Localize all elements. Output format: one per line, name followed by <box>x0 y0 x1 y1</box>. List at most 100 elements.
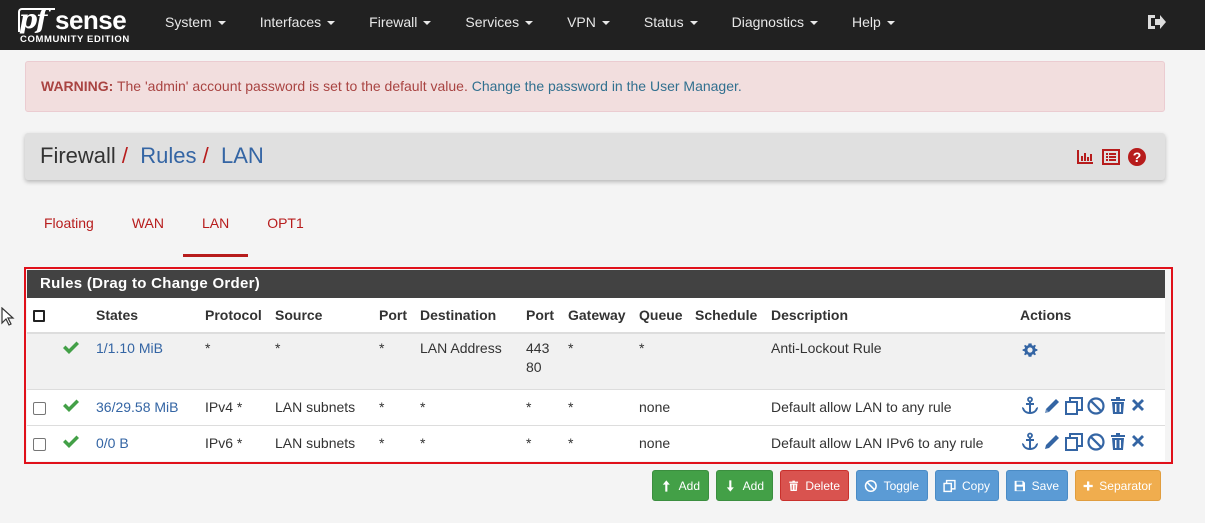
states-link[interactable]: 0/0 B <box>96 435 129 451</box>
caret-down-icon <box>525 21 534 26</box>
table-header: States Protocol Source Port Destination … <box>27 298 1165 334</box>
mouse-cursor-icon <box>1 307 15 326</box>
breadcrumb-actions: ? <box>1075 147 1147 167</box>
rule-schedule <box>689 333 765 390</box>
copy-icon <box>943 479 956 492</box>
row-checkbox[interactable] <box>33 401 46 415</box>
trash-icon[interactable] <box>1108 396 1128 416</box>
save-icon <box>1014 480 1025 491</box>
rule-queue: * <box>633 333 689 390</box>
copy-icon[interactable] <box>1064 432 1084 452</box>
col-destination: Destination <box>414 298 520 334</box>
anchor-icon[interactable] <box>1020 396 1040 416</box>
trash-icon[interactable] <box>1108 432 1128 452</box>
main-menu: System Interfaces Firewall Services VPN … <box>148 0 912 50</box>
copy-button[interactable]: Copy <box>935 470 999 501</box>
tab-floating[interactable]: Floating <box>25 205 113 249</box>
tab-lan[interactable]: LAN <box>182 205 249 257</box>
rules-table: States Protocol Source Port Destination … <box>27 298 1165 461</box>
states-link[interactable]: 36/29.58 MiB <box>96 399 179 415</box>
rule-protocol: IPv4 * <box>199 389 269 426</box>
rule-states: 0/0 B <box>90 425 199 461</box>
gear-icon[interactable] <box>1020 340 1040 360</box>
menu-diagnostics[interactable]: Diagnostics <box>715 0 835 50</box>
menu-vpn[interactable]: VPN <box>550 0 627 50</box>
plus-icon <box>1083 480 1093 491</box>
pencil-icon[interactable] <box>1042 432 1062 452</box>
col-protocol: Protocol <box>199 298 269 334</box>
table-row[interactable]: 1/1.10 MiB * * * LAN Address 443 80 * * A… <box>27 333 1165 390</box>
rule-source-port: * <box>373 425 414 461</box>
breadcrumb-rules[interactable]: Rules <box>140 143 196 168</box>
row-select-cell <box>27 389 55 426</box>
page-title: Firewall / Rules / LAN <box>40 143 264 169</box>
delete-x-icon[interactable] <box>1130 396 1146 416</box>
menu-firewall[interactable]: Firewall <box>352 0 448 50</box>
table-row[interactable]: 36/29.58 MiB IPv4 * LAN subnets * * * * … <box>27 389 1165 426</box>
tab-opt1[interactable]: OPT1 <box>248 205 323 249</box>
pencil-icon[interactable] <box>1042 396 1062 416</box>
logo-pf: pf <box>19 5 47 35</box>
rule-source-port: * <box>373 389 414 426</box>
help-icon[interactable]: ? <box>1127 147 1147 167</box>
copy-icon[interactable] <box>1064 396 1084 416</box>
table-row[interactable]: 0/0 B IPv6 * LAN subnets * * * * none De… <box>27 425 1165 461</box>
button-label: Add <box>678 478 700 493</box>
button-label: Save <box>1031 478 1059 493</box>
breadcrumb-lan[interactable]: LAN <box>221 143 264 168</box>
rule-gateway: * <box>562 425 633 461</box>
toggle-button[interactable]: Toggle <box>856 470 928 501</box>
caret-down-icon <box>886 21 895 26</box>
caret-down-icon <box>601 21 610 26</box>
ban-icon <box>864 479 877 492</box>
tab-wan[interactable]: WAN <box>113 205 183 249</box>
row-checkbox[interactable] <box>33 438 46 452</box>
breadcrumb-firewall: Firewall <box>40 143 116 168</box>
rule-actions <box>1014 333 1165 390</box>
disable-icon[interactable] <box>1086 432 1106 452</box>
rule-enabled-cell <box>55 389 90 426</box>
rule-action-icons <box>1020 432 1146 452</box>
save-button[interactable]: Save <box>1006 470 1068 501</box>
trash-icon <box>789 480 799 491</box>
col-destination-port: Port <box>520 298 562 334</box>
col-schedule: Schedule <box>689 298 765 334</box>
menu-help[interactable]: Help <box>835 0 912 50</box>
menu-system[interactable]: System <box>148 0 243 50</box>
menu-label: Interfaces <box>259 14 322 30</box>
states-link[interactable]: 1/1.10 MiB <box>96 340 163 356</box>
disable-icon[interactable] <box>1086 396 1106 416</box>
sign-out-icon[interactable] <box>1146 13 1166 31</box>
menu-services[interactable]: Services <box>448 0 550 50</box>
check-icon <box>63 341 79 354</box>
interface-tabs: Floating WAN LAN OPT1 <box>25 205 323 257</box>
col-description: Description <box>765 298 1014 334</box>
add-rule-top-button[interactable]: Add <box>652 470 709 501</box>
change-password-link[interactable]: Change the password in the User Manager. <box>472 78 742 94</box>
rule-gateway: * <box>562 333 633 390</box>
pfsense-logo[interactable]: pf sense COMMUNITY EDITION <box>18 5 139 45</box>
rule-source: * <box>269 333 373 390</box>
port-443: 443 <box>526 340 550 356</box>
bar-chart-icon[interactable] <box>1075 147 1095 167</box>
col-actions: Actions <box>1014 298 1165 334</box>
anchor-icon[interactable] <box>1020 432 1040 452</box>
delete-x-icon[interactable] <box>1130 432 1146 452</box>
caret-down-icon <box>423 21 432 26</box>
menu-interfaces[interactable]: Interfaces <box>243 0 352 50</box>
col-status <box>55 298 90 334</box>
add-rule-bottom-button[interactable]: Add <box>716 470 773 501</box>
rule-source-port: * <box>373 333 414 390</box>
menu-status[interactable]: Status <box>627 0 715 50</box>
select-all-checkbox[interactable] <box>33 310 45 323</box>
add-separator-button[interactable]: Separator <box>1075 470 1161 501</box>
delete-button[interactable]: Delete <box>780 470 849 501</box>
rule-buttons: Add Add Delete Toggle Copy Save Separato… <box>652 470 1161 501</box>
rule-protocol: IPv6 * <box>199 425 269 461</box>
port-80: 80 <box>526 359 542 375</box>
rules-panel: Rules (Drag to Change Order) States Prot… <box>27 270 1165 461</box>
rule-destination-port: * <box>520 389 562 426</box>
col-source: Source <box>269 298 373 334</box>
list-icon[interactable] <box>1101 147 1121 167</box>
rule-states: 1/1.10 MiB <box>90 333 199 390</box>
